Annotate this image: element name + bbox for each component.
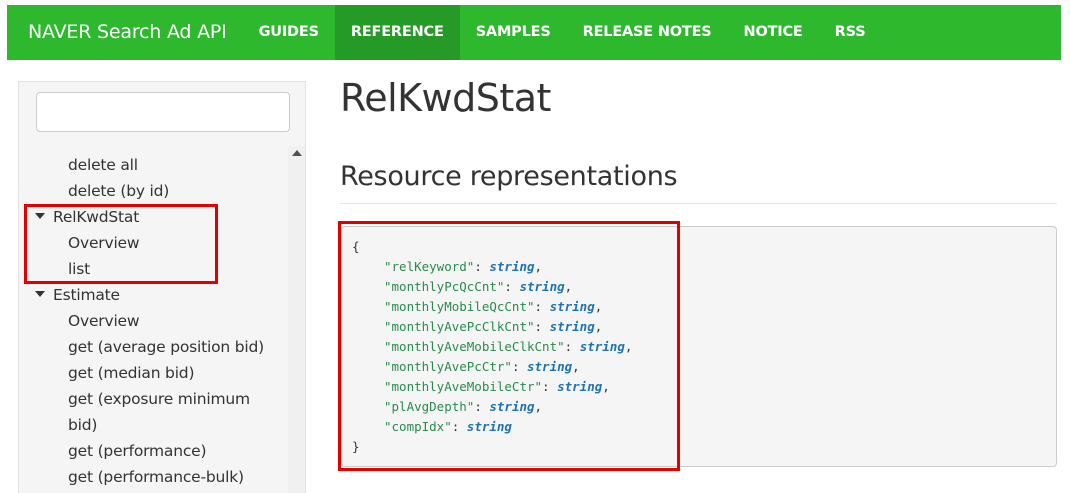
- sidebar-item-label: get (exposure minimum: [68, 390, 250, 408]
- sidebar-item-estimate-overview[interactable]: Overview: [68, 308, 140, 334]
- sidebar-item-get-performance[interactable]: get (performance): [68, 438, 207, 464]
- sidebar-group-label: Estimate: [53, 286, 120, 304]
- sidebar-item-label: get (median bid): [68, 364, 195, 382]
- caret-down-icon: [35, 290, 45, 297]
- nav-notice[interactable]: NOTICE: [728, 5, 819, 60]
- sidebar-item-label: get (performance): [68, 442, 207, 460]
- sidebar-item-get-average-position-bid[interactable]: get (average position bid): [68, 334, 264, 360]
- scroll-up-arrow-icon[interactable]: [292, 150, 302, 156]
- sidebar-item-label: bid): [68, 416, 98, 434]
- nav-release-notes[interactable]: RELEASE NOTES: [567, 5, 728, 60]
- sidebar-item-label: get (average position bid): [68, 338, 264, 356]
- sidebar: delete all delete (by id) RelKwdStat Ove…: [18, 81, 306, 493]
- nav-rss[interactable]: RSS: [819, 5, 882, 60]
- sidebar-item-label: delete (by id): [68, 182, 170, 200]
- sidebar-search-input[interactable]: [36, 92, 290, 132]
- sidebar-item-delete-by-id[interactable]: delete (by id): [68, 178, 169, 204]
- sidebar-nav-tree: delete all delete (by id) RelKwdStat Ove…: [19, 140, 287, 493]
- page-title: RelKwdStat: [340, 76, 551, 120]
- section-divider: [340, 203, 1057, 204]
- nav-samples[interactable]: SAMPLES: [460, 5, 567, 60]
- sidebar-group-estimate[interactable]: Estimate: [35, 282, 120, 308]
- sidebar-highlight-box: [24, 204, 218, 284]
- nav-guides[interactable]: GUIDES: [243, 5, 335, 60]
- sidebar-scrollbar[interactable]: [288, 146, 305, 493]
- sidebar-item-label: Overview: [68, 312, 140, 330]
- sidebar-item-get-exposure-minimum-bid[interactable]: get (exposure minimum: [68, 386, 250, 412]
- section-title: Resource representations: [340, 161, 678, 192]
- sidebar-item-delete-all[interactable]: delete all: [68, 152, 138, 178]
- sidebar-item-label: get (performance-bulk): [68, 468, 244, 486]
- sidebar-item-label: delete all: [68, 156, 138, 174]
- code-highlight-box: [338, 221, 680, 471]
- sidebar-item-get-exposure-minimum-bid-cont[interactable]: bid): [68, 412, 97, 438]
- sidebar-item-get-median-bid[interactable]: get (median bid): [68, 360, 194, 386]
- nav-reference[interactable]: REFERENCE: [334, 5, 460, 60]
- brand-link[interactable]: NAVER Search Ad API: [7, 5, 243, 60]
- sidebar-item-get-performance-bulk[interactable]: get (performance-bulk): [68, 464, 244, 490]
- top-navbar: NAVER Search Ad API GUIDES REFERENCE SAM…: [7, 5, 1061, 60]
